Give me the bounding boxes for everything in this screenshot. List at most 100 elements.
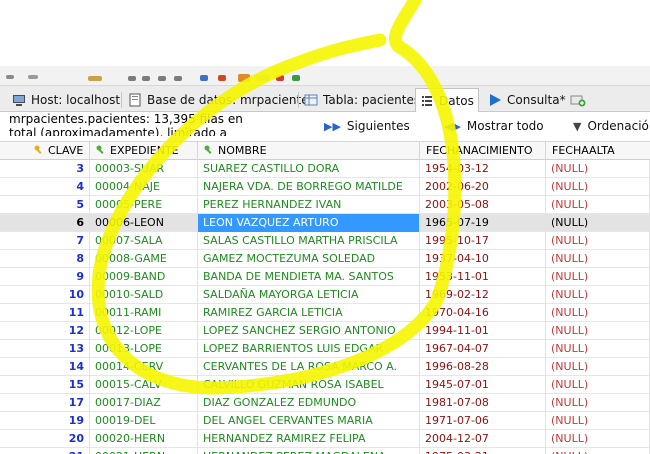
cell-fechanacimiento[interactable]: 1945-07-01 <box>420 376 546 394</box>
cell-fechaalta[interactable]: (NULL) <box>546 286 650 304</box>
cell-clave[interactable]: 14 <box>10 358 90 376</box>
column-header-fechaalta[interactable]: FECHAALTA <box>546 142 650 160</box>
tab-table[interactable]: Tabla: pacientes <box>300 89 424 111</box>
cell-fechaalta[interactable]: (NULL) <box>546 196 650 214</box>
toolbar-icon[interactable] <box>218 75 226 81</box>
cell-nombre[interactable]: DIAZ GONZALEZ EDMUNDO <box>198 394 420 412</box>
cell-expediente[interactable]: 00019-DEL <box>90 412 198 430</box>
cell-fechanacimiento[interactable]: 1995-10-17 <box>420 232 546 250</box>
cell-fechanacimiento[interactable]: 2003-05-08 <box>420 196 546 214</box>
cell-nombre[interactable]: CALVILLO GUZMAN ROSA ISABEL <box>198 376 420 394</box>
cell-fechaalta[interactable]: (NULL) <box>546 448 650 454</box>
cell-expediente[interactable]: 00006-LEON <box>90 214 198 232</box>
toolbar-icon[interactable] <box>28 75 38 79</box>
table-row[interactable]: 6 00006-LEON LEON VAZQUEZ ARTURO 1965-07-19… <box>0 214 650 232</box>
toolbar-icon[interactable] <box>238 74 250 82</box>
cell-clave[interactable]: 17 <box>10 394 90 412</box>
cell-clave[interactable]: 21 <box>10 448 90 454</box>
cell-nombre[interactable]: CERVANTES DE LA ROSA MARCO A. <box>198 358 420 376</box>
cell-clave[interactable]: 4 <box>10 178 90 196</box>
cell-fechaalta[interactable]: (NULL) <box>546 322 650 340</box>
cell-fechanacimiento[interactable]: 2004-12-07 <box>420 430 546 448</box>
table-row[interactable]: 14 00014-CERV CERVANTES DE LA ROSA MARCO A… <box>0 358 650 376</box>
show-all-button[interactable]: ◀▶ Mostrar todo <box>444 118 544 134</box>
table-row[interactable]: 3 00003-SUAR SUAREZ CASTILLO DORA 1954-03-1… <box>0 160 650 178</box>
cell-clave[interactable]: 9 <box>10 268 90 286</box>
column-header-fechanacimiento[interactable]: FECHANACIMIENTO <box>420 142 546 160</box>
cell-nombre[interactable]: NAJERA VDA. DE BORREGO MATILDE <box>198 178 420 196</box>
cell-expediente[interactable]: 00008-GAME <box>90 250 198 268</box>
cell-clave[interactable]: 6 <box>10 214 90 232</box>
toolbar-icon[interactable] <box>88 76 102 81</box>
table-row[interactable]: 8 00008-GAME GAMEZ MOCTEZUMA SOLEDAD 1937-0… <box>0 250 650 268</box>
cell-expediente[interactable]: 00009-BAND <box>90 268 198 286</box>
cell-clave[interactable]: 13 <box>10 340 90 358</box>
cell-nombre[interactable]: LEON VAZQUEZ ARTURO <box>198 214 420 232</box>
table-row[interactable]: 20 00020-HERN HERNANDEZ RAMIREZ FELIPA 2004… <box>0 430 650 448</box>
cell-clave[interactable]: 10 <box>10 286 90 304</box>
table-row[interactable]: 19 00019-DEL DEL ANGEL CERVANTES MARIA 1971… <box>0 412 650 430</box>
cell-nombre[interactable]: SALAS CASTILLO MARTHA PRISCILA <box>198 232 420 250</box>
cell-fechanacimiento[interactable]: 1981-07-08 <box>420 394 546 412</box>
cell-fechaalta[interactable]: (NULL) <box>546 376 650 394</box>
cell-nombre[interactable]: SALDAÑA MAYORGA LETICIA <box>198 286 420 304</box>
table-row[interactable]: 9 00009-BAND BANDA DE MENDIETA MA. SANTOS 1… <box>0 268 650 286</box>
cell-nombre[interactable]: HERNANDEZ PEREZ MAGDALENA <box>198 448 420 454</box>
cell-fechanacimiento[interactable]: 1975-03-21 <box>420 448 546 454</box>
toolbar-icon[interactable] <box>276 75 284 81</box>
cell-fechaalta[interactable]: (NULL) <box>546 160 650 178</box>
cell-nombre[interactable]: GAMEZ MOCTEZUMA SOLEDAD <box>198 250 420 268</box>
next-button[interactable]: ▶▶ Siguientes <box>324 118 410 134</box>
cell-expediente[interactable]: 00017-DIAZ <box>90 394 198 412</box>
cell-fechanacimiento[interactable]: 1996-08-28 <box>420 358 546 376</box>
cell-fechanacimiento[interactable]: 1970-04-16 <box>420 304 546 322</box>
tab-query[interactable]: Consulta* <box>484 89 570 111</box>
table-row[interactable]: 2100021-HERNHERNANDEZ PEREZ MAGDALENA197… <box>0 448 650 454</box>
table-row[interactable]: 10 00010-SALD SALDAÑA MAYORGA LETICIA 1969-… <box>0 286 650 304</box>
column-header-clave[interactable]: CLAVE <box>10 142 90 160</box>
tab-data[interactable]: Datos <box>415 88 479 113</box>
toolbar-icon[interactable] <box>174 76 182 81</box>
cell-expediente[interactable]: 00010-SALD <box>90 286 198 304</box>
cell-nombre[interactable]: HERNANDEZ RAMIREZ FELIPA <box>198 430 420 448</box>
cell-fechanacimiento[interactable]: 1937-04-10 <box>420 250 546 268</box>
toolbar-icon[interactable] <box>200 75 208 81</box>
toolbar-icon[interactable] <box>158 76 166 81</box>
cell-clave[interactable]: 12 <box>10 322 90 340</box>
cell-fechanacimiento[interactable]: 1965-07-19 <box>420 214 546 232</box>
cell-expediente[interactable]: 00020-HERN <box>90 430 198 448</box>
cell-clave[interactable]: 8 <box>10 250 90 268</box>
cell-nombre[interactable]: PEREZ HERNANDEZ IVAN <box>198 196 420 214</box>
cell-clave[interactable]: 15 <box>10 376 90 394</box>
cell-expediente[interactable]: 00007-SALA <box>90 232 198 250</box>
cell-nombre[interactable]: DEL ANGEL CERVANTES MARIA <box>198 412 420 430</box>
cell-expediente[interactable]: 00012-LOPE <box>90 322 198 340</box>
order-button[interactable]: ▼ Ordenación <box>573 118 650 134</box>
cell-nombre[interactable]: LOPEZ SANCHEZ SERGIO ANTONIO <box>198 322 420 340</box>
cell-fechanacimiento[interactable]: 1994-11-01 <box>420 322 546 340</box>
new-tab-button[interactable] <box>566 89 593 111</box>
cell-fechaalta[interactable]: (NULL) <box>546 340 650 358</box>
cell-expediente[interactable]: 00015-CALV <box>90 376 198 394</box>
cell-fechaalta[interactable]: (NULL) <box>546 250 650 268</box>
cell-fechanacimiento[interactable]: 2002-06-20 <box>420 178 546 196</box>
table-row[interactable]: 5 00005-PERE PEREZ HERNANDEZ IVAN 2003-05-0… <box>0 196 650 214</box>
cell-expediente[interactable]: 00013-LOPE <box>90 340 198 358</box>
cell-fechaalta[interactable]: (NULL) <box>546 268 650 286</box>
cell-expediente[interactable]: 00021-HERN <box>90 448 198 454</box>
cell-nombre[interactable]: BANDA DE MENDIETA MA. SANTOS <box>198 268 420 286</box>
toolbar-icon[interactable] <box>292 75 300 81</box>
cell-clave[interactable]: 3 <box>10 160 90 178</box>
tab-database[interactable]: Base de datos: mrpacientes <box>124 89 319 111</box>
cell-clave[interactable]: 7 <box>10 232 90 250</box>
cell-fechanacimiento[interactable]: 1953-11-01 <box>420 268 546 286</box>
cell-expediente[interactable]: 00005-PERE <box>90 196 198 214</box>
cell-fechanacimiento[interactable]: 1954-03-12 <box>420 160 546 178</box>
cell-expediente[interactable]: 00004-NAJE <box>90 178 198 196</box>
cell-fechaalta[interactable]: (NULL) <box>546 430 650 448</box>
table-row[interactable]: 17 00017-DIAZ DIAZ GONZALEZ EDMUNDO 1981-07… <box>0 394 650 412</box>
cell-clave[interactable]: 19 <box>10 412 90 430</box>
tab-host[interactable]: Host: localhost <box>8 89 124 111</box>
table-row[interactable]: 15 00015-CALV CALVILLO GUZMAN ROSA ISABEL 1… <box>0 376 650 394</box>
cell-nombre[interactable]: RAMIREZ GARCIA LETICIA <box>198 304 420 322</box>
